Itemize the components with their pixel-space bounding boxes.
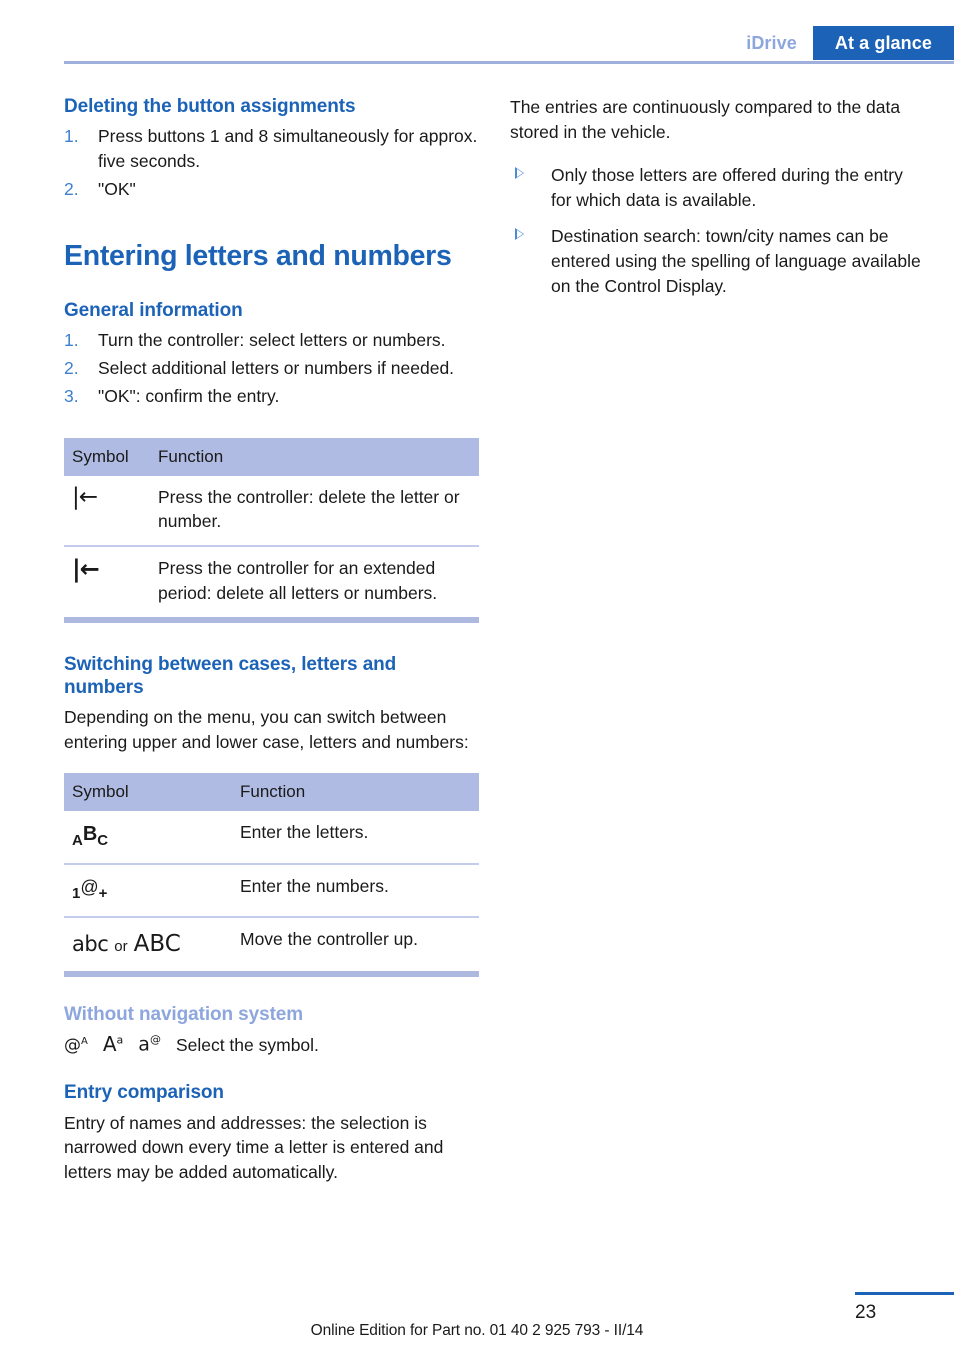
list-text: Only those letters are offered during th… [551, 164, 903, 210]
list-text: Press buttons 1 and 8 simultaneously for… [98, 126, 478, 172]
delete-character-glyph: |← [72, 483, 98, 510]
column-header-symbol: Symbol [64, 437, 150, 476]
table-row: abc or ABC Move the controller up. [64, 915, 479, 975]
cell-function: Press the controller for an extended per… [150, 545, 479, 620]
tab-at-a-glance[interactable]: At a glance [812, 26, 954, 60]
table-header-row: Symbol Function [64, 773, 479, 811]
table-delete-symbols: Symbol Function |← Press the controller:… [64, 437, 479, 623]
glyph-base: @ [64, 1035, 81, 1056]
list-item: 1. Turn the controller: select letters o… [64, 328, 479, 353]
glyph-sup: A [81, 1035, 88, 1047]
list-item: 2. "OK" [64, 177, 479, 202]
list-item: 1. Press buttons 1 and 8 simultaneously … [64, 124, 479, 174]
list-number: 3. [64, 385, 79, 406]
numbers-mode-icon: 1@+ [64, 862, 232, 917]
page-number-divider [855, 1292, 954, 1295]
footer-edition-note: Online Edition for Part no. 01 40 2 925 … [310, 1322, 644, 1339]
glyph-base: a [138, 1033, 150, 1056]
table-row: |← Press the controller: delete the lett… [64, 476, 479, 547]
numbers-mode-glyph: 1@+ [72, 874, 107, 901]
left-column: Deleting the button assignments 1. Press… [64, 95, 479, 1185]
table-row: |← Press the controller for an extended … [64, 545, 479, 620]
letters-mode-glyph: ABC [72, 820, 108, 848]
list-text: "OK" [98, 178, 136, 199]
at-upper-a-icon: @A [64, 1035, 88, 1056]
cell-function: Press the controller: delete the letter … [158, 486, 460, 532]
text-entry-comparison-body: Entry of names and addresses: the select… [64, 1112, 444, 1183]
glyph-part-plus: + [98, 884, 108, 902]
table-row: ABC Enter the letters. [64, 811, 479, 864]
page-title: Entering letters and numbers [64, 239, 452, 272]
text-switching-body: Depending on the menu, you can switch be… [64, 707, 469, 753]
page-header: iDrive At a glance [0, 0, 954, 70]
glyph-base: A [102, 1031, 117, 1056]
list-deleting-steps: 1. Press buttons 1 and 8 simultaneously … [64, 124, 479, 202]
heading-entry-comparison: Entry comparison [64, 1082, 224, 1104]
column-header-symbol: Symbol [64, 773, 232, 811]
case-toggle-icon: abc or ABC [64, 915, 232, 975]
heading-deleting-button-assignments: Deleting the button assignments [64, 96, 356, 117]
glyph-part-c: C [97, 832, 109, 849]
right-column: The entries are continuously compared to… [510, 95, 925, 311]
triangle-bullet-icon [515, 228, 524, 241]
triangle-bullet-icon [515, 166, 524, 179]
table-header-row: Symbol Function [64, 437, 479, 476]
text-entries-compared: The entries are continuously compared to… [510, 97, 901, 142]
without-nav-text: Select the symbol. [175, 1034, 319, 1055]
heading-without-navigation-system: Without navigation system [64, 1004, 304, 1026]
glyph-sup: a [116, 1032, 124, 1046]
column-header-function: Function [232, 773, 479, 811]
delete-all-icon: |← [64, 545, 150, 620]
glyph-part-b: B [82, 823, 98, 845]
list-number: 1. [64, 126, 79, 147]
list-number: 2. [64, 357, 79, 378]
heading-switching-cases: Switching between cases, letters and num… [64, 653, 397, 699]
list-item: Only those letters are offered during th… [510, 163, 925, 213]
list-text: Destination search: town/city names can … [551, 226, 921, 297]
without-nav-symbol-line: @A Aa a@ Select the symbol. [64, 1033, 479, 1058]
list-number: 1. [64, 330, 79, 351]
list-general-steps: 1. Turn the controller: select letters o… [64, 328, 479, 409]
delete-all-glyph: |← [72, 555, 100, 584]
letters-mode-icon: ABC [64, 811, 232, 864]
cell-function: Move the controller up. [232, 915, 479, 975]
delete-character-icon: |← [64, 476, 150, 547]
header-tabs: iDrive At a glance [746, 26, 954, 60]
page-number: 23 [855, 1302, 877, 1323]
glyph-part-lowercase: abc [72, 931, 109, 956]
list-item: 2. Select additional letters or numbers … [64, 356, 479, 381]
glyph-sup: @ [149, 1033, 161, 1047]
list-text: "OK": confirm the entry. [98, 385, 280, 406]
list-text: Turn the controller: select letters or n… [98, 330, 446, 351]
list-entry-notes: Only those letters are offered during th… [510, 163, 925, 299]
table-switching-symbols: Symbol Function ABC Enter the letters. 1… [64, 773, 479, 978]
column-header-function: Function [150, 437, 479, 476]
heading-general-information: General information [64, 299, 243, 321]
glyph-part-or: or [114, 937, 128, 955]
tab-idrive[interactable]: iDrive [746, 26, 813, 60]
list-number: 2. [64, 178, 79, 199]
list-text: Select additional letters or numbers if … [98, 357, 455, 378]
cell-function: Enter the letters. [240, 822, 369, 842]
glyph-part-at: @ [80, 876, 99, 897]
lower-a-at-icon: a@ [138, 1034, 161, 1054]
glyph-part-a: A [72, 832, 83, 849]
cell-function: Enter the numbers. [232, 862, 479, 917]
header-divider [64, 61, 954, 64]
list-item: Destination search: town/city names can … [510, 224, 925, 299]
glyph-part-uppercase: ABC [133, 930, 181, 957]
table-row: 1@+ Enter the numbers. [64, 862, 479, 917]
upper-a-lower-a-icon: Aa [103, 1034, 123, 1054]
case-toggle-glyph: abc or ABC [72, 927, 181, 961]
list-item: 3. "OK": confirm the entry. [64, 384, 479, 409]
